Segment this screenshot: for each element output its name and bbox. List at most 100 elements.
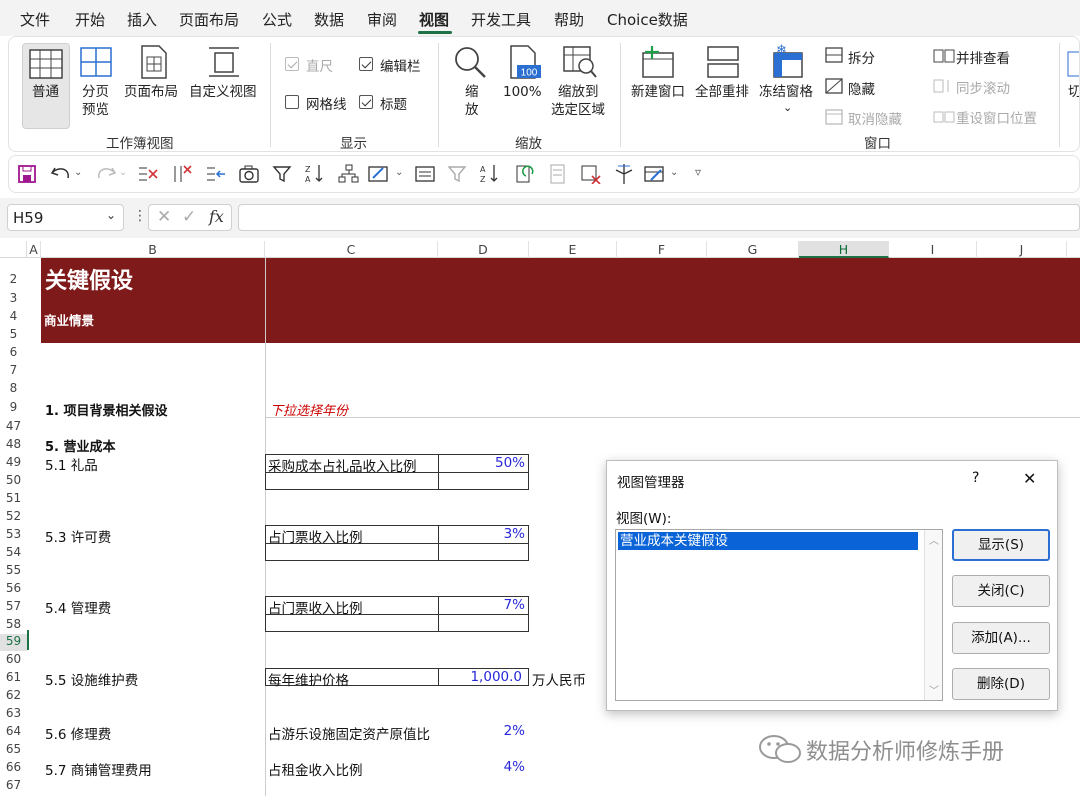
freeze-row-icon[interactable] <box>613 163 635 185</box>
view-list-item[interactable]: 营业成本关键假设 <box>618 532 918 550</box>
maintenance-value[interactable]: 1,000.0 <box>440 669 522 685</box>
form-icon[interactable] <box>414 164 436 184</box>
cancel-icon[interactable]: ✕ <box>157 207 171 227</box>
col-header-j[interactable]: J <box>977 241 1067 258</box>
management-value[interactable]: 7% <box>440 597 525 613</box>
more-options-icon[interactable]: ⋮ <box>133 208 147 224</box>
row-header[interactable]: 47 <box>0 419 27 433</box>
row-header[interactable]: 2 <box>0 272 27 286</box>
row-header[interactable]: 56 <box>0 581 27 595</box>
menu-help[interactable]: 帮助 <box>554 9 584 30</box>
delete-sheet-icon[interactable] <box>580 164 602 184</box>
col-header-c[interactable]: C <box>265 241 438 258</box>
sync-scroll-icon[interactable] <box>933 79 955 93</box>
undo-icon[interactable] <box>50 164 72 184</box>
new-window-icon[interactable] <box>641 45 677 79</box>
repair-value[interactable]: 2% <box>440 723 525 739</box>
reset-window-position-icon[interactable] <box>933 109 955 123</box>
show-view-button[interactable]: 显示(S) <box>952 529 1050 561</box>
menu-file[interactable]: 文件 <box>20 9 50 30</box>
sort-ascending-icon[interactable]: ZA <box>305 163 325 185</box>
row-header[interactable]: 9 <box>0 400 27 414</box>
split-icon[interactable] <box>825 47 843 63</box>
row-header[interactable]: 48 <box>0 437 27 451</box>
row-header[interactable]: 64 <box>0 724 27 738</box>
hide-icon[interactable] <box>825 78 843 94</box>
table-style-icon[interactable] <box>643 164 667 184</box>
insert-column-icon[interactable] <box>205 164 227 184</box>
col-header-b[interactable]: B <box>41 241 265 258</box>
refresh-icon[interactable] <box>514 164 536 184</box>
col-header-g[interactable]: G <box>707 241 799 258</box>
page-layout-icon[interactable] <box>140 45 168 79</box>
shop-value[interactable]: 4% <box>440 759 525 775</box>
row-header[interactable]: 61 <box>0 670 27 684</box>
row-header-selected[interactable]: 59 <box>0 634 27 651</box>
year-dropdown-hint[interactable]: 下拉选择年份 <box>270 400 348 419</box>
formula-bar-checkbox[interactable] <box>359 57 373 71</box>
camera-icon[interactable] <box>238 164 260 184</box>
row-header[interactable]: 3 <box>0 291 27 305</box>
row-header[interactable]: 6 <box>0 345 27 359</box>
menu-home[interactable]: 开始 <box>75 9 105 30</box>
zoom-magnifier-icon[interactable] <box>453 45 487 79</box>
arrange-all-icon[interactable] <box>706 45 740 79</box>
add-view-button[interactable]: 添加(A)... <box>952 622 1050 654</box>
row-header[interactable]: 5 <box>0 327 27 341</box>
close-dialog-button[interactable]: 关闭(C) <box>952 575 1050 607</box>
col-header-d[interactable]: D <box>438 241 529 258</box>
menu-insert[interactable]: 插入 <box>127 9 157 30</box>
row-header[interactable]: 62 <box>0 688 27 702</box>
customize-toolbar-icon[interactable]: ▿ <box>695 165 701 179</box>
row-header[interactable]: 50 <box>0 473 27 487</box>
page-break-preview-icon[interactable] <box>80 47 114 79</box>
insert-function-icon[interactable]: fx <box>209 207 224 226</box>
col-header-e[interactable]: E <box>529 241 617 258</box>
clear-filter-icon[interactable] <box>447 164 469 184</box>
listbox-scrollbar[interactable]: ︿ ﹀ <box>924 530 942 700</box>
zoom-100-icon[interactable]: 100 <box>508 45 542 81</box>
formula-input[interactable] <box>238 204 1080 231</box>
menu-formulas[interactable]: 公式 <box>262 9 292 30</box>
gridlines-checkbox[interactable] <box>285 95 299 109</box>
redo-icon[interactable] <box>95 164 117 184</box>
license-value[interactable]: 3% <box>440 526 525 542</box>
row-header[interactable]: 54 <box>0 545 27 559</box>
menu-review[interactable]: 审阅 <box>367 9 397 30</box>
row-header[interactable]: 55 <box>0 563 27 577</box>
delete-row-icon[interactable] <box>171 164 193 184</box>
filter-icon[interactable] <box>272 164 292 184</box>
row-header[interactable]: 57 <box>0 599 27 613</box>
save-icon[interactable] <box>18 165 36 183</box>
row-header[interactable]: 67 <box>0 778 27 792</box>
row-header[interactable]: 63 <box>0 706 27 720</box>
headings-checkbox[interactable] <box>359 95 373 109</box>
delete-view-button[interactable]: 删除(D) <box>952 668 1050 700</box>
row-header[interactable]: 51 <box>0 491 27 505</box>
calculator-icon[interactable] <box>547 164 569 184</box>
row-header[interactable]: 4 <box>0 309 27 323</box>
table-style-dropdown-chevron-icon[interactable]: ⌄ <box>670 167 678 178</box>
row-header[interactable]: 7 <box>0 363 27 377</box>
dialog-help-button[interactable]: ? <box>972 470 979 486</box>
select-all-corner[interactable] <box>0 241 27 258</box>
zoom-to-selection-icon[interactable] <box>562 45 598 79</box>
name-box-dropdown-chevron-icon[interactable]: ⌄ <box>106 208 116 222</box>
menu-choice-data[interactable]: Choice数据 <box>607 9 688 30</box>
freeze-dropdown-chevron-icon[interactable]: ⌄ <box>783 101 792 115</box>
row-header[interactable]: 60 <box>0 652 27 666</box>
undo-dropdown-chevron-icon[interactable]: ⌄ <box>74 167 82 178</box>
ruler-checkbox[interactable] <box>285 57 299 71</box>
col-header-i[interactable]: I <box>889 241 977 258</box>
row-header[interactable]: 52 <box>0 509 27 523</box>
freeze-panes-icon[interactable]: ❄ <box>768 43 804 79</box>
row-header[interactable]: 49 <box>0 455 27 469</box>
format-dropdown-chevron-icon[interactable]: ⌄ <box>395 167 403 178</box>
format-cells-icon[interactable] <box>367 164 391 184</box>
col-header-f[interactable]: F <box>617 241 707 258</box>
menu-data[interactable]: 数据 <box>314 9 344 30</box>
menu-view[interactable]: 视图 <box>419 9 449 30</box>
col-header-a[interactable]: A <box>27 241 41 258</box>
row-header[interactable]: 53 <box>0 527 27 541</box>
delete-column-icon[interactable] <box>137 164 159 184</box>
